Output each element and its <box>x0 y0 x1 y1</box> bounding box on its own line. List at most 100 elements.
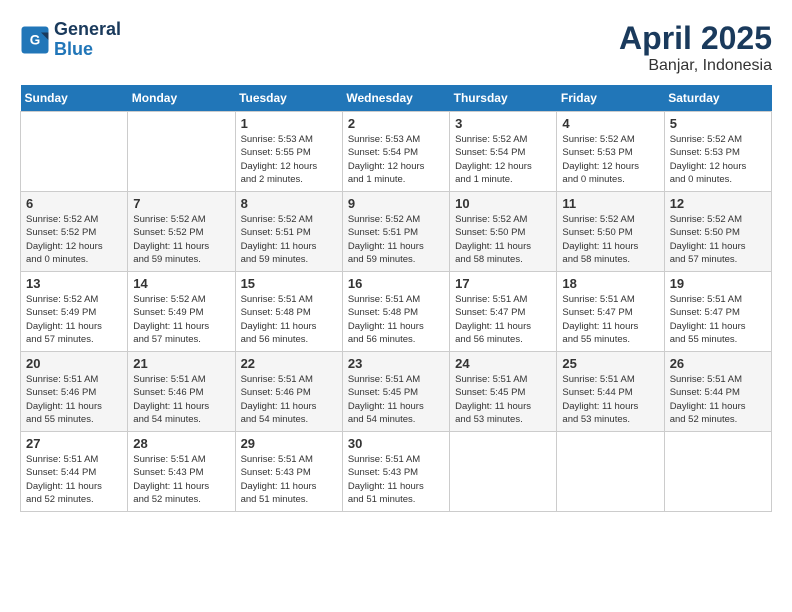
week-row-5: 27Sunrise: 5:51 AM Sunset: 5:44 PM Dayli… <box>21 432 772 512</box>
cell-info: Sunrise: 5:51 AM Sunset: 5:43 PM Dayligh… <box>348 453 444 506</box>
cell-info: Sunrise: 5:52 AM Sunset: 5:53 PM Dayligh… <box>562 133 658 186</box>
cell-info: Sunrise: 5:51 AM Sunset: 5:46 PM Dayligh… <box>241 373 337 426</box>
day-number: 5 <box>670 116 766 131</box>
calendar-cell: 23 Sunrise: 5:51 AM Sunset: 5:45 PM Dayli… <box>342 352 449 432</box>
day-number: 2 <box>348 116 444 131</box>
calendar-cell: 12 Sunrise: 5:52 AM Sunset: 5:50 PM Dayli… <box>664 192 771 272</box>
calendar-cell: 24Sunrise: 5:51 AM Sunset: 5:45 PM Dayli… <box>450 352 557 432</box>
cell-info: Sunrise: 5:51 AM Sunset: 5:44 PM Dayligh… <box>26 453 122 506</box>
day-number: 18 <box>562 276 658 291</box>
cell-info: Sunrise: 5:52 AM Sunset: 5:51 PM Dayligh… <box>348 213 444 266</box>
calendar-cell: 6Sunrise: 5:52 AM Sunset: 5:52 PM Daylig… <box>21 192 128 272</box>
header-cell-sunday: Sunday <box>21 85 128 112</box>
cell-info: Sunrise: 5:51 AM Sunset: 5:43 PM Dayligh… <box>133 453 229 506</box>
cell-info: Sunrise: 5:52 AM Sunset: 5:51 PM Dayligh… <box>241 213 337 266</box>
day-number: 28 <box>133 436 229 451</box>
cell-info: Sunrise: 5:52 AM Sunset: 5:50 PM Dayligh… <box>562 213 658 266</box>
day-number: 8 <box>241 196 337 211</box>
header-cell-monday: Monday <box>128 85 235 112</box>
day-number: 15 <box>241 276 337 291</box>
logo-icon: G <box>20 25 50 55</box>
cell-info: Sunrise: 5:52 AM Sunset: 5:52 PM Dayligh… <box>133 213 229 266</box>
cell-info: Sunrise: 5:53 AM Sunset: 5:54 PM Dayligh… <box>348 133 444 186</box>
day-number: 13 <box>26 276 122 291</box>
cell-info: Sunrise: 5:51 AM Sunset: 5:47 PM Dayligh… <box>670 293 766 346</box>
logo-text: General Blue <box>54 20 121 60</box>
header-cell-tuesday: Tuesday <box>235 85 342 112</box>
calendar-cell: 30 Sunrise: 5:51 AM Sunset: 5:43 PM Dayli… <box>342 432 449 512</box>
calendar-cell: 4 Sunrise: 5:52 AM Sunset: 5:53 PM Daylig… <box>557 112 664 192</box>
day-number: 23 <box>348 356 444 371</box>
day-number: 30 <box>348 436 444 451</box>
calendar-table: SundayMondayTuesdayWednesdayThursdayFrid… <box>20 85 772 512</box>
calendar-cell <box>557 432 664 512</box>
day-number: 20 <box>26 356 122 371</box>
day-number: 25 <box>562 356 658 371</box>
cell-info: Sunrise: 5:52 AM Sunset: 5:54 PM Dayligh… <box>455 133 551 186</box>
day-number: 4 <box>562 116 658 131</box>
day-number: 22 <box>241 356 337 371</box>
logo: G General Blue <box>20 20 121 60</box>
calendar-cell: 9Sunrise: 5:52 AM Sunset: 5:51 PM Daylig… <box>342 192 449 272</box>
week-row-1: 1Sunrise: 5:53 AM Sunset: 5:55 PM Daylig… <box>21 112 772 192</box>
day-number: 11 <box>562 196 658 211</box>
calendar-cell: 27Sunrise: 5:51 AM Sunset: 5:44 PM Dayli… <box>21 432 128 512</box>
day-number: 1 <box>241 116 337 131</box>
calendar-cell: 20 Sunrise: 5:51 AM Sunset: 5:46 PM Dayli… <box>21 352 128 432</box>
cell-info: Sunrise: 5:51 AM Sunset: 5:43 PM Dayligh… <box>241 453 337 506</box>
day-number: 6 <box>26 196 122 211</box>
calendar-cell: 2 Sunrise: 5:53 AM Sunset: 5:54 PM Daylig… <box>342 112 449 192</box>
cell-info: Sunrise: 5:51 AM Sunset: 5:45 PM Dayligh… <box>455 373 551 426</box>
cell-info: Sunrise: 5:51 AM Sunset: 5:47 PM Dayligh… <box>562 293 658 346</box>
day-number: 16 <box>348 276 444 291</box>
week-row-3: 13 Sunrise: 5:52 AM Sunset: 5:49 PM Dayli… <box>21 272 772 352</box>
header-cell-thursday: Thursday <box>450 85 557 112</box>
calendar-title: April 2025 <box>619 20 772 57</box>
cell-info: Sunrise: 5:52 AM Sunset: 5:49 PM Dayligh… <box>26 293 122 346</box>
calendar-cell: 3 Sunrise: 5:52 AM Sunset: 5:54 PM Daylig… <box>450 112 557 192</box>
calendar-cell: 18 Sunrise: 5:51 AM Sunset: 5:47 PM Dayli… <box>557 272 664 352</box>
calendar-cell: 22 Sunrise: 5:51 AM Sunset: 5:46 PM Dayli… <box>235 352 342 432</box>
day-number: 12 <box>670 196 766 211</box>
day-number: 7 <box>133 196 229 211</box>
calendar-cell: 8 Sunrise: 5:52 AM Sunset: 5:51 PM Daylig… <box>235 192 342 272</box>
calendar-cell: 17 Sunrise: 5:51 AM Sunset: 5:47 PM Dayli… <box>450 272 557 352</box>
header-row: SundayMondayTuesdayWednesdayThursdayFrid… <box>21 85 772 112</box>
day-number: 19 <box>670 276 766 291</box>
header-cell-saturday: Saturday <box>664 85 771 112</box>
week-row-4: 20 Sunrise: 5:51 AM Sunset: 5:46 PM Dayli… <box>21 352 772 432</box>
calendar-cell: 7 Sunrise: 5:52 AM Sunset: 5:52 PM Daylig… <box>128 192 235 272</box>
calendar-cell: 5Sunrise: 5:52 AM Sunset: 5:53 PM Daylig… <box>664 112 771 192</box>
calendar-cell: 10 Sunrise: 5:52 AM Sunset: 5:50 PM Dayli… <box>450 192 557 272</box>
calendar-cell: 29Sunrise: 5:51 AM Sunset: 5:43 PM Dayli… <box>235 432 342 512</box>
cell-info: Sunrise: 5:52 AM Sunset: 5:50 PM Dayligh… <box>670 213 766 266</box>
calendar-cell: 19 Sunrise: 5:51 AM Sunset: 5:47 PM Dayli… <box>664 272 771 352</box>
title-area: April 2025 Banjar, Indonesia <box>619 20 772 75</box>
calendar-cell: 25 Sunrise: 5:51 AM Sunset: 5:44 PM Dayli… <box>557 352 664 432</box>
day-number: 10 <box>455 196 551 211</box>
day-number: 26 <box>670 356 766 371</box>
calendar-cell: 28 Sunrise: 5:51 AM Sunset: 5:43 PM Dayli… <box>128 432 235 512</box>
svg-text:G: G <box>30 32 41 47</box>
cell-info: Sunrise: 5:51 AM Sunset: 5:45 PM Dayligh… <box>348 373 444 426</box>
cell-info: Sunrise: 5:51 AM Sunset: 5:46 PM Dayligh… <box>133 373 229 426</box>
cell-info: Sunrise: 5:52 AM Sunset: 5:50 PM Dayligh… <box>455 213 551 266</box>
calendar-cell: 16 Sunrise: 5:51 AM Sunset: 5:48 PM Dayli… <box>342 272 449 352</box>
day-number: 21 <box>133 356 229 371</box>
calendar-cell: 26 Sunrise: 5:51 AM Sunset: 5:44 PM Dayli… <box>664 352 771 432</box>
cell-info: Sunrise: 5:52 AM Sunset: 5:49 PM Dayligh… <box>133 293 229 346</box>
header-cell-wednesday: Wednesday <box>342 85 449 112</box>
calendar-cell <box>128 112 235 192</box>
cell-info: Sunrise: 5:51 AM Sunset: 5:44 PM Dayligh… <box>562 373 658 426</box>
calendar-cell: 21 Sunrise: 5:51 AM Sunset: 5:46 PM Dayli… <box>128 352 235 432</box>
calendar-subtitle: Banjar, Indonesia <box>619 57 772 75</box>
cell-info: Sunrise: 5:51 AM Sunset: 5:44 PM Dayligh… <box>670 373 766 426</box>
cell-info: Sunrise: 5:51 AM Sunset: 5:47 PM Dayligh… <box>455 293 551 346</box>
calendar-cell: 1Sunrise: 5:53 AM Sunset: 5:55 PM Daylig… <box>235 112 342 192</box>
day-number: 3 <box>455 116 551 131</box>
page-header: G General Blue April 2025 Banjar, Indone… <box>20 20 772 75</box>
day-number: 17 <box>455 276 551 291</box>
calendar-cell: 11 Sunrise: 5:52 AM Sunset: 5:50 PM Dayli… <box>557 192 664 272</box>
cell-info: Sunrise: 5:51 AM Sunset: 5:46 PM Dayligh… <box>26 373 122 426</box>
cell-info: Sunrise: 5:51 AM Sunset: 5:48 PM Dayligh… <box>348 293 444 346</box>
